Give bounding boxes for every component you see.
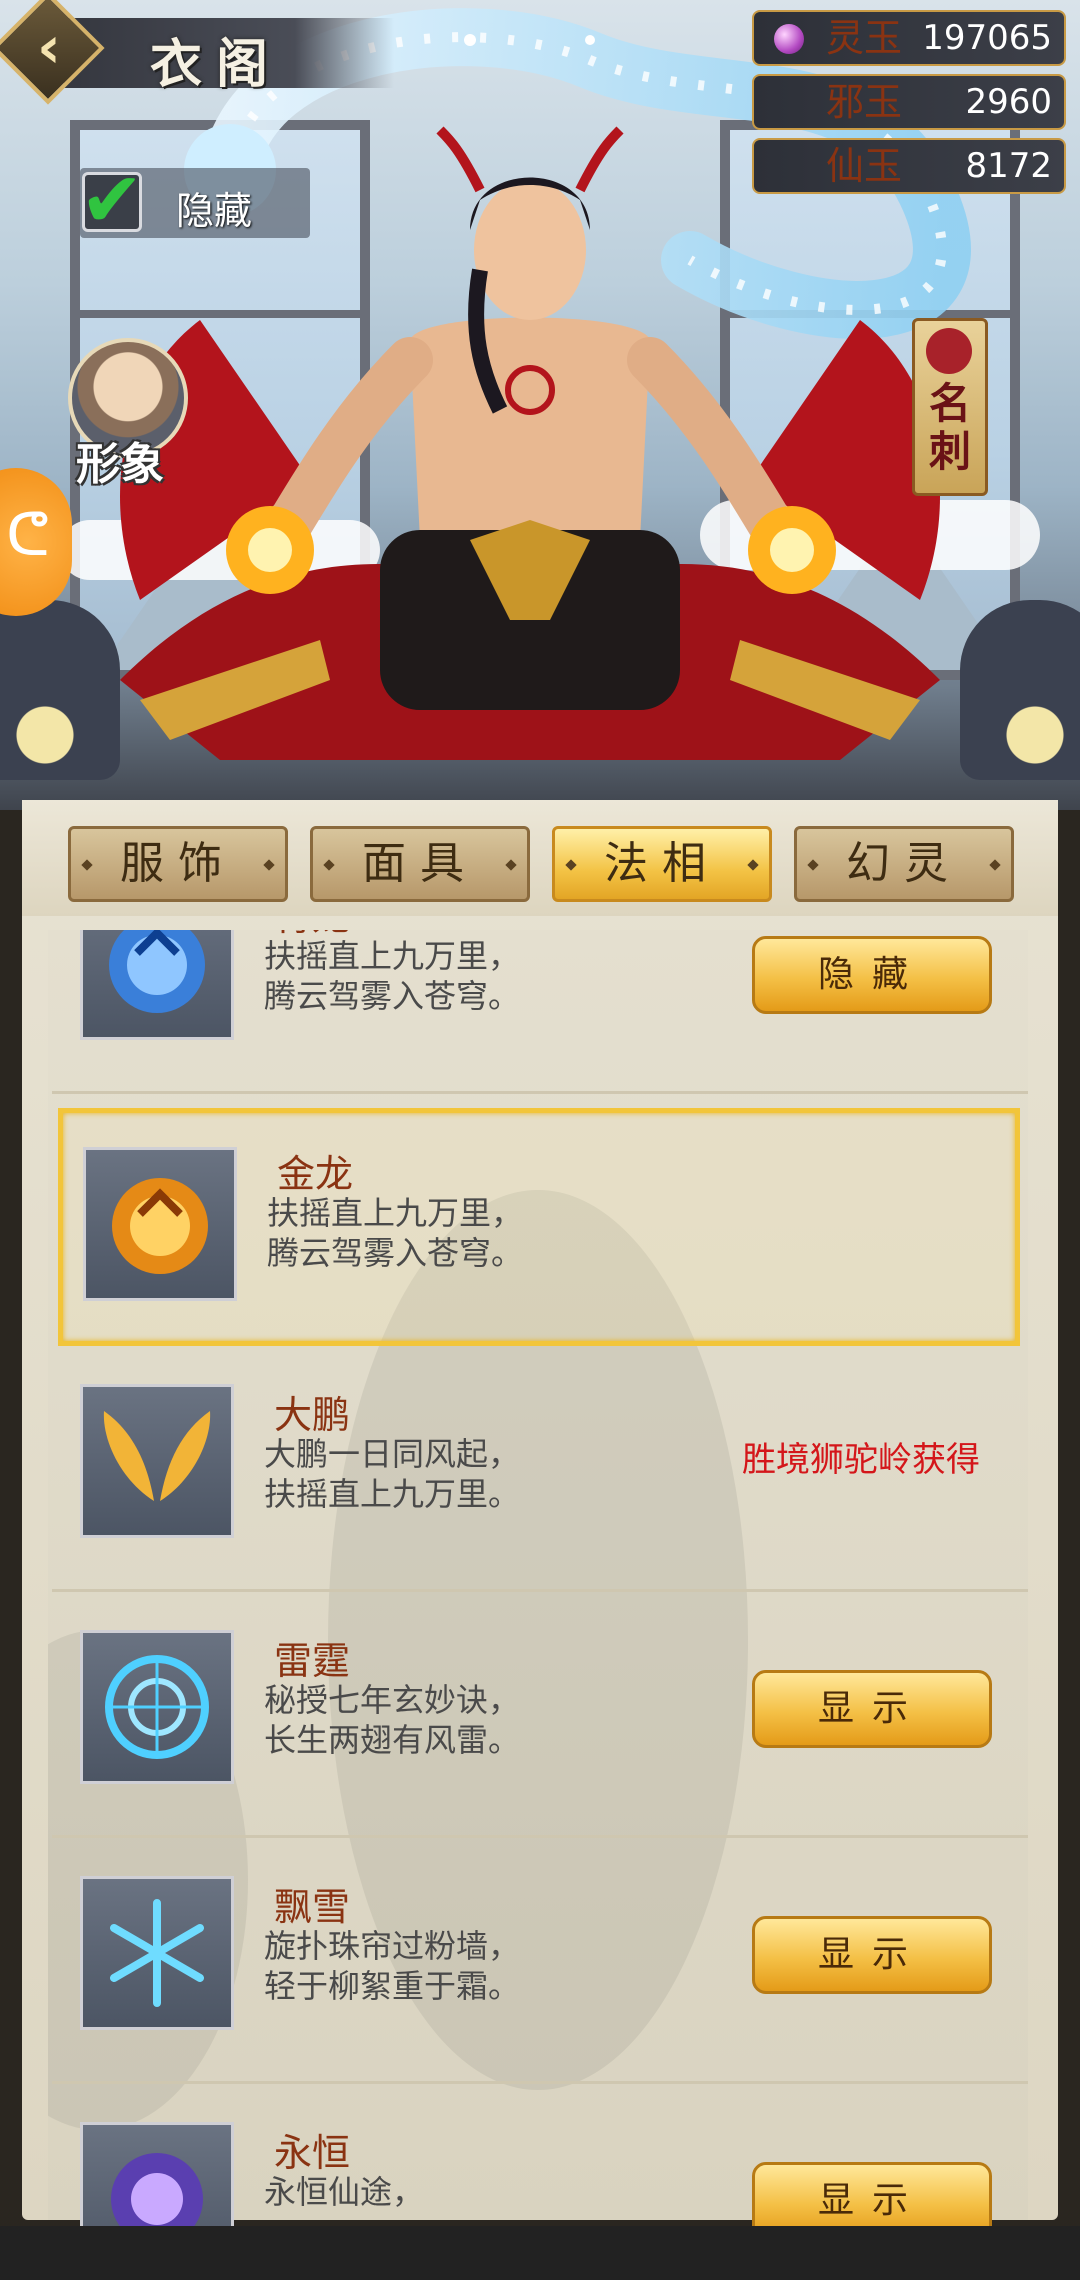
tab-label: 服饰 [120,838,236,889]
tab-mask[interactable]: 面具 [310,826,530,902]
currency-name: 邪玉 [826,80,903,124]
currency-value: 2960 [965,82,1052,122]
item-description: 大鹏一日同风起， 扶摇直上九万里。 [264,1435,521,1513]
tab-label: 幻灵 [846,838,962,889]
item-description: 扶摇直上九万里， 腾云驾雾入苍穹。 [267,1194,524,1272]
hide-label: 隐藏 [176,189,253,233]
name-card-label[interactable]: 名刺 [924,380,976,476]
currency-xianyu: 仙玉 8172 [752,138,1066,194]
gem-icon [774,24,804,54]
item-name: 大鹏 [274,1393,351,1437]
item-name: 金龙 [277,1152,354,1196]
tab-label: 面具 [362,838,478,889]
obtain-hint: 胜境狮驼岭获得 [742,1440,980,1480]
tab-dharma-form[interactable]: 法相 [552,826,772,902]
item-description: 永恒仙途， [264,2173,425,2211]
currency-lingyu: 灵玉 197065 [752,10,1066,66]
list-item-golden-dragon[interactable]: 金龙 扶摇直上九万里， 腾云驾雾入苍穹。 [58,1108,1020,1346]
currency-xieyu: 邪玉 2960 [752,74,1066,130]
golden-wings-icon [80,1384,234,1538]
show-button[interactable]: 显示 [752,1670,992,1748]
currency-value: 197065 [922,18,1052,58]
tab-label: 法相 [604,838,720,889]
seal-icon [926,328,972,374]
list-item-great-roc[interactable]: 大鹏 大鹏一日同风起， 扶摇直上九万里。 胜境狮驼岭获得 [52,1354,1028,1592]
snowflake-icon [80,1876,234,2030]
item-name: 雷霆 [274,1639,351,1683]
show-button[interactable]: 显示 [752,1916,992,1994]
tab-spirit[interactable]: 幻灵 [794,826,1014,902]
page-title: 衣阁 [150,34,283,95]
item-description: 秘授七年玄妙诀， 长生两翅有风雷。 [264,1681,521,1759]
list-item-drifting-snow[interactable]: 飘雪 旋扑珠帘过粉墙， 轻于柳絮重于霜。 显示 [52,1846,1028,2084]
currency-value: 8172 [965,146,1052,186]
currency-name: 仙玉 [826,144,903,188]
item-description: 扶摇直上九万里， 腾云驾雾入苍穹。 [264,937,521,1015]
hide-button[interactable]: 隐藏 [752,936,992,1014]
item-name: 永恒 [274,2131,351,2175]
item-name: 飘雪 [274,1885,351,1929]
gold-dragon-icon [83,1147,237,1301]
tab-clothing[interactable]: 服饰 [68,826,288,902]
swirl-icon[interactable]: ᕦ [6,500,50,570]
chevron-left-icon[interactable]: ‹ [14,12,84,82]
image-button-label[interactable]: 形象 [76,428,164,492]
list-item-thunder[interactable]: 雷霆 秘授七年玄妙诀， 长生两翅有风雷。 显示 [52,1600,1028,1838]
thunder-circle-icon [80,1630,234,1784]
checkmark-icon: ✔ [80,155,144,244]
currency-name: 灵玉 [826,16,903,60]
show-button[interactable]: 显示 [752,2162,992,2226]
item-description: 旋扑珠帘过粉墙， 轻于柳絮重于霜。 [264,1927,521,2005]
bottom-bar [0,2226,1080,2280]
list-item-eternal[interactable]: 永恒 永恒仙途， 显示 [52,2092,1028,2226]
eternal-orb-icon [80,2122,234,2226]
